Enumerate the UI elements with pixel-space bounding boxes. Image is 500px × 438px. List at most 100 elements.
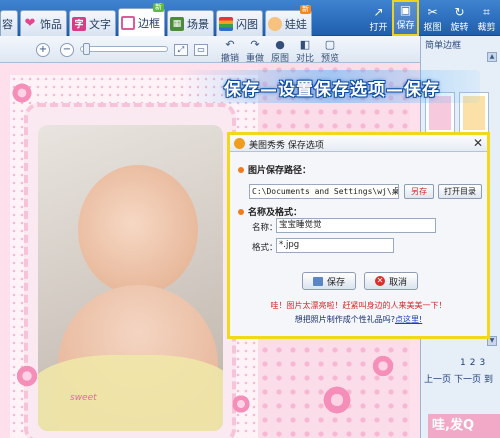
flower-decoration xyxy=(230,393,252,415)
app-logo-icon xyxy=(234,138,245,149)
save-as-button[interactable]: 另存 xyxy=(404,184,434,199)
baby-face xyxy=(78,165,198,295)
page-link[interactable]: 2 xyxy=(470,358,476,368)
scroll-up-icon[interactable]: ▲ xyxy=(487,52,497,62)
next-page-link[interactable]: 下一页 xyxy=(454,372,481,385)
open-folder-button[interactable]: 打开目录 xyxy=(438,184,482,199)
open-label: 打开 xyxy=(369,23,388,33)
tab-accessories[interactable]: ❤ 饰品 xyxy=(20,10,67,36)
instruction-banner: 保存—设置保存选项—保存 xyxy=(224,79,440,100)
click-here-link[interactable]: 点这里! xyxy=(395,315,422,324)
path-section-label: 图片保存路径： xyxy=(248,166,312,176)
gift-tip-text: 想把照片制作成个性礼品吗? xyxy=(294,315,396,324)
name-section-label: 名称及格式： xyxy=(248,208,303,218)
actual-size-icon: ▭ xyxy=(197,45,205,54)
heart-icon: ❤ xyxy=(24,16,36,31)
crop-button[interactable]: ⌗ 裁剪 xyxy=(473,0,500,36)
redo-button[interactable]: ↷ 重做 xyxy=(243,38,267,65)
page-numbers: 1 2 3 xyxy=(460,358,485,368)
tab-doll[interactable]: 娃娃 新 xyxy=(265,5,312,36)
name-section-header: 名称及格式： xyxy=(238,205,302,218)
new-badge: 新 xyxy=(153,3,164,12)
tab-label: 闪图 xyxy=(236,17,258,31)
tab-label: 边框 xyxy=(138,16,160,30)
rotate-button[interactable]: ↻ 旋转 xyxy=(446,0,473,36)
file-tools: ↗ 打开 ▣ 保存 ✂ 抠图 ↻ 旋转 ⌗ 裁剪 xyxy=(365,0,500,36)
flower-decoration xyxy=(370,353,396,379)
page-link[interactable]: 1 xyxy=(460,358,466,368)
cancel-label: 取消 xyxy=(388,277,407,288)
baby-photo xyxy=(38,125,223,431)
bullet-icon xyxy=(238,208,244,215)
tab-flash[interactable]: 闪图 xyxy=(216,10,263,36)
zoom-out-button[interactable]: − xyxy=(60,43,74,57)
gift-tip: 想把照片制作成个性礼品吗?点这里! xyxy=(230,314,487,325)
pagination: 上一页 下一页 到 xyxy=(424,372,493,385)
name-field[interactable]: 宝宝睡觉觉 xyxy=(276,218,436,233)
save-label: 保存 xyxy=(396,21,415,31)
preview-button[interactable]: ▢ 预览 xyxy=(318,38,342,65)
tab-scene[interactable]: ▦ 场景 xyxy=(167,10,214,36)
tab-label: 文字 xyxy=(89,17,111,31)
tab-label: 娃娃 xyxy=(285,17,307,31)
blanket xyxy=(38,355,223,431)
path-section-header: 图片保存路径： xyxy=(238,163,311,176)
save-confirm-label: 保存 xyxy=(326,277,345,288)
original-button[interactable]: ● 原图 xyxy=(268,38,292,65)
save-icon: ▣ xyxy=(399,3,412,17)
redo-icon: ↷ xyxy=(250,38,260,51)
flower-decoration xyxy=(320,383,354,417)
name-label: 名称： xyxy=(252,223,278,233)
undo-icon: ↶ xyxy=(225,38,235,51)
flash-icon xyxy=(219,16,233,31)
zoom-in-button[interactable]: + xyxy=(36,43,50,57)
share-tip: 哇！图片太漂亮啦！赶紧叫身边的人来美美一下！ xyxy=(270,301,447,310)
tab-label: 饰品 xyxy=(40,17,62,31)
actual-size-button[interactable]: ▭ xyxy=(194,44,208,56)
save-path-field[interactable]: C:\Documents and Settings\wj\桌 xyxy=(249,184,399,199)
dialog-title: 美图秀秀 保存选项 xyxy=(249,141,324,151)
save-button[interactable]: ▣ 保存 xyxy=(392,0,419,36)
disk-icon xyxy=(312,276,323,286)
crop-icon: ⌗ xyxy=(483,5,490,19)
close-icon[interactable]: ✕ xyxy=(473,136,483,150)
tab-frame[interactable]: 边框 新 xyxy=(118,3,165,36)
scene-icon: ▦ xyxy=(170,16,184,31)
slider-handle[interactable] xyxy=(83,43,90,55)
save-confirm-button[interactable]: 保存 xyxy=(302,272,356,290)
panel-title: 简单边框 xyxy=(425,41,462,51)
compare-button[interactable]: ◧ 对比 xyxy=(293,39,317,65)
tab-text[interactable]: 字 文字 xyxy=(69,10,116,36)
cutout-icon: ✂ xyxy=(427,5,438,19)
format-field[interactable]: *.jpg xyxy=(276,238,394,253)
prev-page-link[interactable]: 上一页 xyxy=(424,372,451,385)
undo-button[interactable]: ↶ 撤销 xyxy=(218,38,242,65)
goto-label: 到 xyxy=(484,375,494,385)
bullet-icon xyxy=(238,166,244,173)
cutout-label: 抠图 xyxy=(423,23,442,33)
tab-partial[interactable]: 容 xyxy=(0,10,18,36)
frame-icon xyxy=(121,15,135,30)
format-label: 格式： xyxy=(252,243,278,253)
zoom-slider[interactable] xyxy=(80,43,168,55)
tab-label: 容 xyxy=(2,17,13,31)
fit-icon: ⤢ xyxy=(177,45,185,54)
new-badge: 新 xyxy=(300,5,311,14)
main-toolbar: 容 ❤ 饰品 字 文字 边框 新 ▦ 场景 闪图 娃娃 新 ↗ 打开 ▣ 保存 … xyxy=(0,0,500,36)
cutout-button[interactable]: ✂ 抠图 xyxy=(419,0,446,36)
original-icon: ● xyxy=(275,38,285,51)
promo-banner[interactable]: 哇,发Q xyxy=(428,414,500,438)
fit-window-button[interactable]: ⤢ xyxy=(174,44,188,56)
rotate-icon: ↻ xyxy=(454,5,465,19)
flower-decoration xyxy=(10,81,34,105)
cancel-button[interactable]: ✕ 取消 xyxy=(364,272,418,290)
crop-label: 裁剪 xyxy=(477,23,496,33)
save-options-dialog: 美图秀秀 保存选项 ✕ 图片保存路径： C:\Documents and Set… xyxy=(227,132,490,339)
preview-icon: ▢ xyxy=(324,38,336,51)
open-button[interactable]: ↗ 打开 xyxy=(365,0,392,36)
page-link[interactable]: 3 xyxy=(479,358,485,368)
sweet-watermark: sweet xyxy=(70,393,97,403)
tab-label: 场景 xyxy=(187,17,209,31)
flower-decoration xyxy=(14,363,40,389)
rotate-label: 旋转 xyxy=(450,23,469,33)
